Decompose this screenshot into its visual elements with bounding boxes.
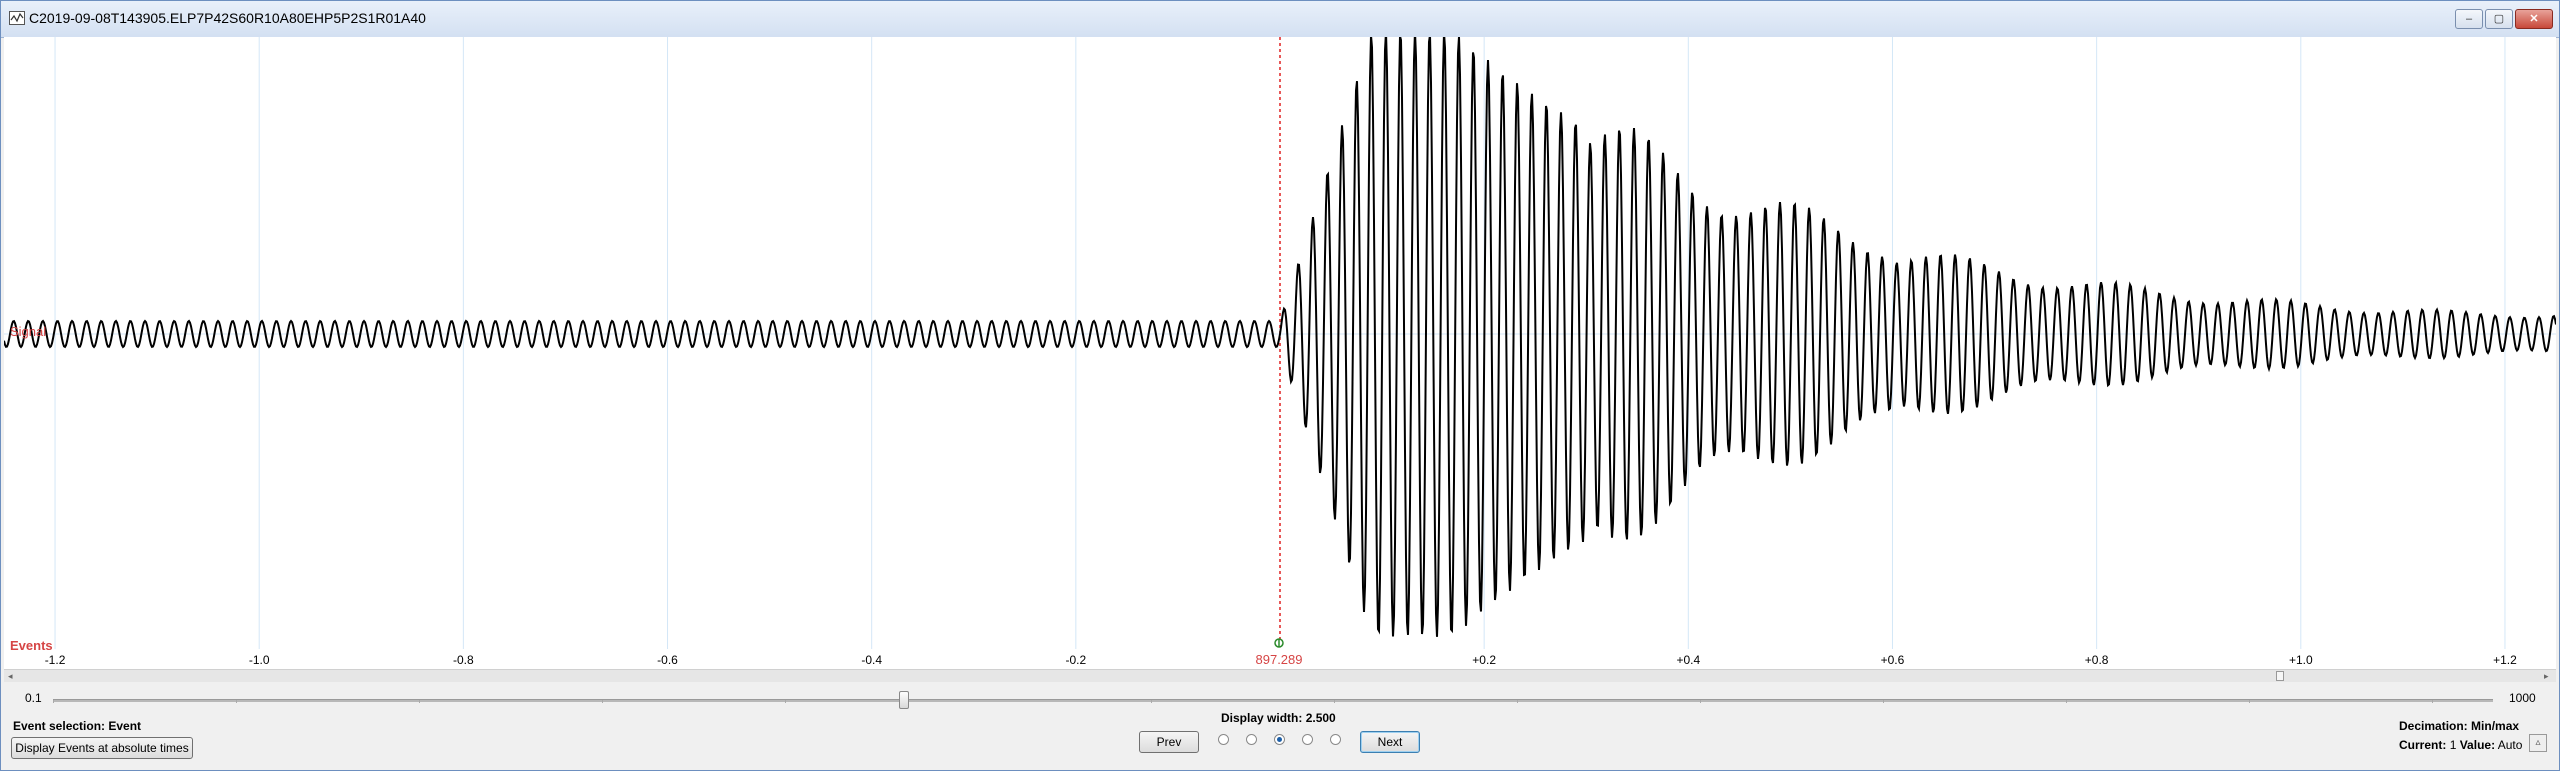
x-tick-label: +1.2: [2493, 653, 2517, 667]
scroll-left-icon[interactable]: ◂: [8, 670, 13, 682]
display-width: Display width: 2.500: [1221, 711, 1336, 725]
app-icon: [9, 11, 25, 25]
waveform-plot[interactable]: 897.289 -1.2 -1.0 -0.8 -0.6 -0.4 -0.2 +0.2 +0.4…: [4, 37, 2556, 669]
event-marker-icon[interactable]: [1274, 638, 1284, 648]
next-button[interactable]: Next: [1360, 731, 1420, 753]
display-width-value: 2.500: [1305, 711, 1336, 725]
value-value: Auto: [2497, 738, 2523, 752]
title-bar[interactable]: C2019-09-08T143905.ELP7P42S60R10A80EHP5P…: [1, 1, 2559, 38]
event-selection: Event selection: Event: [13, 719, 141, 733]
current-label: Current:: [2399, 738, 2447, 752]
radio-option-5[interactable]: [1330, 734, 1341, 745]
x-tick-label: -0.6: [657, 653, 678, 667]
radio-option-1[interactable]: [1218, 734, 1229, 745]
zoom-slider-track[interactable]: [53, 699, 2493, 703]
zoom-max-label: 1000: [2509, 691, 2536, 705]
zoom-slider-thumb[interactable]: [899, 691, 909, 709]
event-time-label: 897.289: [1256, 652, 1303, 667]
event-selection-label: Event selection:: [13, 719, 106, 733]
decimation-value: Min/max: [2471, 719, 2520, 733]
value-spin-icon[interactable]: ▵: [2529, 734, 2547, 752]
prev-button[interactable]: Prev: [1139, 731, 1199, 753]
radio-option-3[interactable]: [1274, 734, 1285, 745]
event-selection-value: Event: [108, 719, 142, 733]
main-window: C2019-09-08T143905.ELP7P42S60R10A80EHP5P…: [0, 0, 2560, 771]
display-width-label: Display width:: [1221, 711, 1303, 725]
x-tick-label: +0.6: [1881, 653, 1905, 667]
events-label: Events: [10, 638, 53, 653]
display-events-absolute-button[interactable]: Display Events at absolute times: [11, 737, 193, 759]
scroll-thumb[interactable]: [2276, 671, 2284, 681]
x-tick-label: -1.0: [249, 653, 270, 667]
signal-label: Signal: [10, 324, 47, 339]
radio-option-4[interactable]: [1302, 734, 1313, 745]
close-button[interactable]: ✕: [2515, 9, 2553, 29]
x-tick-label: -1.2: [45, 653, 66, 667]
decimation-label: Decimation:: [2399, 719, 2468, 733]
minimize-button[interactable]: –: [2455, 9, 2483, 29]
x-tick-label: -0.2: [1065, 653, 1086, 667]
x-tick-label: -0.8: [453, 653, 474, 667]
maximize-button[interactable]: ▢: [2485, 9, 2513, 29]
radio-option-2[interactable]: [1246, 734, 1257, 745]
zoom-min-label: 0.1: [25, 691, 42, 705]
value-label: Value:: [2459, 738, 2496, 752]
window-title: C2019-09-08T143905.ELP7P42S60R10A80EHP5P…: [29, 10, 426, 26]
horizontal-scrollbar[interactable]: ◂ ▸: [4, 669, 2556, 682]
current-value: 1: [2449, 738, 2457, 752]
waveform-trace: [4, 37, 2556, 637]
scroll-right-icon[interactable]: ▸: [2544, 670, 2549, 682]
x-tick-label: +0.2: [1472, 653, 1496, 667]
x-tick-label: +1.0: [2289, 653, 2313, 667]
zoom-slider-row: 0.1 1000: [1, 687, 2560, 713]
decimation: Decimation: Min/max: [2399, 719, 2519, 733]
x-tick-label: +0.4: [1676, 653, 1700, 667]
x-tick-label: -0.4: [861, 653, 882, 667]
current-value-row: Current: 1 Value: Auto: [2399, 738, 2522, 752]
x-tick-label: +0.8: [2085, 653, 2109, 667]
waveform-svg[interactable]: 897.289 -1.2 -1.0 -0.8 -0.6 -0.4 -0.2 +0.2 +0.4…: [4, 37, 2556, 669]
